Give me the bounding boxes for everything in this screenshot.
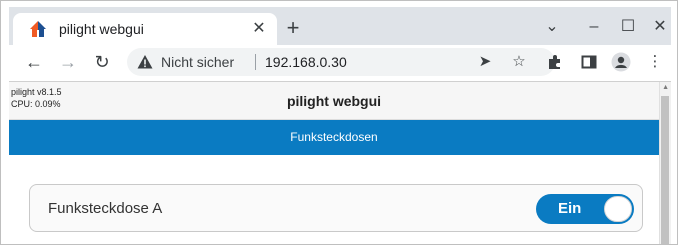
scroll-up-icon[interactable]: ▲	[662, 84, 669, 91]
address-bar[interactable]: Nicht sicher 192.168.0.30 ➤ ☆	[127, 48, 555, 76]
scrollbar[interactable]: ▲	[659, 82, 671, 244]
minimize-icon[interactable]: –	[583, 16, 605, 38]
star-icon[interactable]: ☆	[509, 52, 529, 72]
side-panel-icon[interactable]	[577, 50, 601, 74]
page-viewport: pilight v8.1.5 CPU: 0.09% pilight webgui…	[9, 81, 671, 244]
warning-triangle-icon[interactable]	[137, 54, 153, 70]
power-toggle[interactable]: Ein	[536, 194, 634, 224]
toggle-knob[interactable]	[604, 196, 632, 222]
forward-arrow-icon[interactable]: →	[55, 49, 81, 75]
more-vert-icon[interactable]: ⋮	[643, 50, 667, 74]
send-icon[interactable]: ➤	[475, 52, 495, 72]
extensions-puzzle-icon[interactable]	[543, 50, 567, 74]
tab-title: pilight webgui	[59, 21, 144, 37]
scrollbar-thumb[interactable]	[661, 96, 669, 244]
reload-icon[interactable]: ↻	[89, 49, 115, 75]
security-label[interactable]: Nicht sicher	[161, 54, 234, 70]
browser-toolbar: ← → ↻ Nicht sicher 192.168.0.30 ➤ ☆ ⋮	[9, 45, 671, 79]
url-text[interactable]: 192.168.0.30	[265, 54, 347, 70]
close-icon[interactable]: ✕	[249, 19, 269, 39]
browser-tab[interactable]: pilight webgui ✕	[13, 13, 277, 45]
nav-item-funksteckdosen[interactable]: Funksteckdosen	[9, 130, 659, 144]
house-icon	[29, 20, 47, 38]
plus-icon[interactable]: +	[281, 17, 305, 41]
omnibox-separator	[255, 54, 256, 70]
page-title: pilight webgui	[286, 93, 382, 109]
back-arrow-icon[interactable]: ←	[21, 49, 47, 75]
device-row: Funksteckdose A Ein	[29, 184, 643, 232]
tab-strip: pilight webgui ✕ + ⌄ – ☐ ✕	[9, 7, 671, 45]
maximize-icon[interactable]: ☐	[617, 16, 639, 38]
screenshot-frame: pilight webgui ✕ + ⌄ – ☐ ✕ ← → ↻ Nicht s…	[0, 0, 678, 245]
nav-bar: Funksteckdosen	[9, 120, 659, 155]
chevron-down-icon[interactable]: ⌄	[541, 16, 563, 38]
device-label: Funksteckdose A	[48, 200, 163, 217]
app-header: pilight v8.1.5 CPU: 0.09% pilight webgui	[9, 82, 659, 120]
toggle-state-label: Ein	[558, 200, 582, 217]
close-icon[interactable]: ✕	[649, 16, 671, 38]
profile-icon[interactable]	[609, 50, 633, 74]
